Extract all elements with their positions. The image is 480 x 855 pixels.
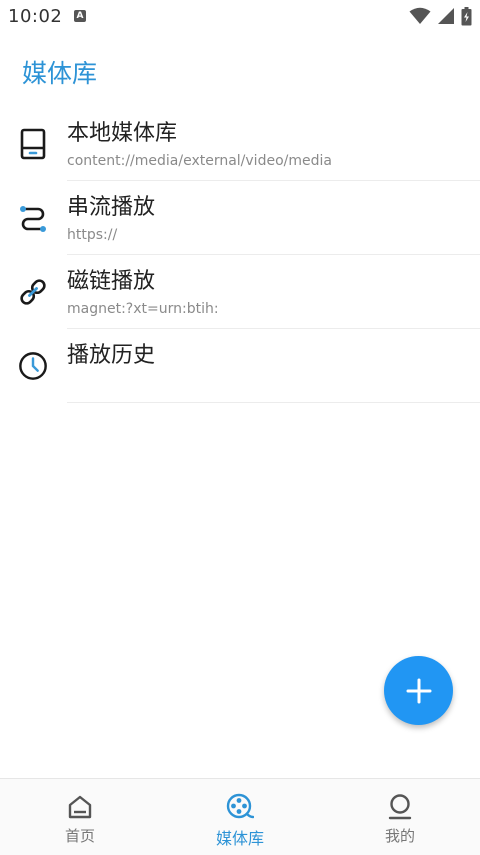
- stream-path-icon: [18, 201, 48, 235]
- battery-icon: [461, 6, 472, 25]
- list-item-magnet-play[interactable]: 磁链播放 magnet:?xt=urn:btih:: [0, 255, 480, 329]
- person-icon: [387, 793, 413, 821]
- storage-device-icon: [18, 127, 48, 161]
- history-clock-icon: [18, 349, 48, 383]
- list-item-play-history[interactable]: 播放历史: [0, 329, 480, 403]
- list-item-local-library[interactable]: 本地媒体库 content://media/external/video/med…: [0, 107, 480, 181]
- signal-icon: [438, 8, 454, 24]
- list-item-title: 播放历史: [67, 343, 156, 368]
- nav-label: 媒体库: [215, 829, 264, 848]
- page-title: 媒体库: [22, 59, 98, 88]
- media-list: 本地媒体库 content://media/external/video/med…: [0, 107, 480, 403]
- list-item-title: 串流播放: [67, 195, 156, 220]
- nav-label: 我的: [384, 827, 415, 845]
- status-time: 10:02: [8, 6, 63, 27]
- add-button[interactable]: [384, 656, 453, 725]
- film-reel-icon: [226, 793, 254, 821]
- list-item-stream-play[interactable]: 串流播放 https://: [0, 181, 480, 255]
- home-icon: [67, 793, 93, 821]
- list-item-subtitle: magnet:?xt=urn:btih:: [67, 301, 219, 317]
- list-item-title: 磁链播放: [67, 269, 156, 294]
- list-item-subtitle: content://media/external/video/media: [67, 153, 332, 169]
- list-item-title: 本地媒体库: [67, 121, 178, 146]
- status-bar: 10:02 A: [0, 0, 480, 32]
- nav-home[interactable]: 首页: [0, 779, 160, 855]
- list-item-subtitle: https://: [67, 227, 118, 243]
- nav-label: 首页: [64, 827, 95, 845]
- magnet-link-icon: [18, 275, 48, 309]
- nav-media-library[interactable]: 媒体库: [160, 779, 320, 855]
- status-icons: [409, 6, 472, 26]
- bottom-nav: 首页 媒体库 我的: [0, 778, 480, 855]
- divider: [67, 402, 480, 403]
- wifi-icon: [409, 7, 431, 24]
- notification-a-icon: A: [74, 10, 86, 22]
- plus-icon: [406, 678, 431, 703]
- nav-mine[interactable]: 我的: [320, 779, 480, 855]
